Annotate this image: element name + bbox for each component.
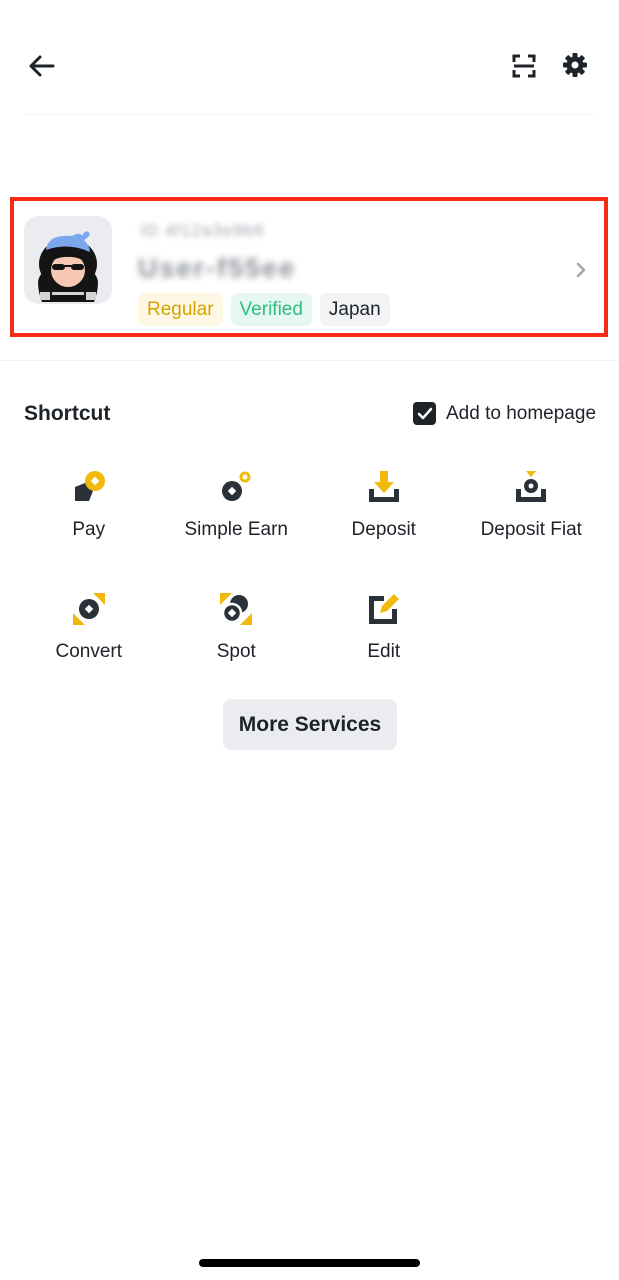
simple-earn-icon [216,467,256,507]
edit-icon [364,589,404,629]
chevron-right-icon [572,256,590,284]
shortcut-grid: Pay Simple Earn Deposit Deposit Fiat Con… [15,465,605,679]
more-services-button[interactable]: More Services [223,699,397,750]
shortcut-convert[interactable]: Convert [15,587,163,679]
add-to-homepage-toggle[interactable]: Add to homepage [413,402,596,425]
shortcut-label: Simple Earn [184,519,289,540]
shortcut-label: Deposit [351,519,416,540]
scan-button[interactable] [506,48,542,84]
shortcut-label: Convert [55,641,123,662]
shortcut-edit[interactable]: Edit [310,587,458,679]
add-to-homepage-label: Add to homepage [446,402,597,424]
scan-icon [512,54,536,78]
add-to-homepage-checkbox[interactable] [413,402,436,425]
shortcut-label: Spot [216,641,256,662]
shortcut-deposit[interactable]: Deposit [310,465,458,557]
checkmark-icon [417,407,432,419]
shortcut-simple-earn[interactable]: Simple Earn [163,465,311,557]
tag-regular: Regular [138,293,223,326]
shortcut-pay[interactable]: Pay [15,465,163,557]
shortcut-spot[interactable]: Spot [163,587,311,679]
shortcut-label: Pay [72,519,106,540]
uid-text: ID 4f12a3e9b6 [140,221,265,240]
shortcut-deposit-fiat[interactable]: Deposit Fiat [458,465,606,557]
avatar [24,216,112,304]
shortcut-label: Edit [367,641,401,662]
home-indicator[interactable] [199,1259,420,1267]
gear-icon [563,53,587,77]
tag-verified: Verified [230,293,312,326]
top-bar [0,0,619,120]
back-button[interactable] [22,48,60,84]
shortcut-label: Deposit Fiat [480,519,582,540]
deposit-fiat-icon [511,467,551,507]
tag-country: Japan [319,293,390,326]
convert-icon [69,589,109,629]
deposit-icon [364,467,404,507]
spot-icon [216,589,256,629]
pay-icon [69,467,109,507]
arrow-left-icon [29,55,55,77]
profile-card[interactable]: ID 4f12a3e9b6 User-f55ee Regular Verifie… [10,197,608,337]
settings-button[interactable] [557,47,593,83]
section-divider [0,360,619,361]
shortcut-title: Shortcut [24,402,111,425]
top-divider [24,114,594,115]
profile-tags: Regular Verified Japan [138,293,390,326]
username: User-f55ee [138,253,297,283]
